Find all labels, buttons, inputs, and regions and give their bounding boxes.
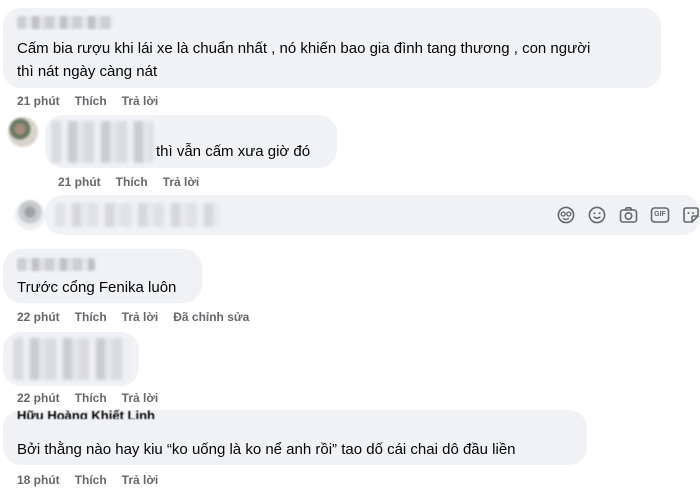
like-button[interactable]: Thích [75,473,107,487]
comment-time[interactable]: 22 phút [17,310,60,324]
reply-input[interactable]: GIF [45,195,700,235]
comment-meta-4: 22 phút Thích Trả lời [17,391,173,405]
like-button[interactable]: Thích [116,175,148,189]
like-button[interactable]: Thích [75,94,107,108]
reply-placeholder-blurred [55,203,220,227]
comment-time[interactable]: 21 phút [17,94,60,108]
comment-bubble-5: Hữu Hoàng Khiết Linh Bởi thằng nào hay k… [3,409,587,465]
comment-bubble-2: thì vẫn cấm xưa giờ đó [45,115,337,168]
comment-bubble-1: Cấm bia rượu khi lái xe là chuẩn nhất , … [3,8,661,88]
current-user-avatar[interactable] [15,200,45,230]
comment-time[interactable]: 21 phút [58,175,101,189]
reply-button[interactable]: Trả lời [122,473,159,487]
comment-content-blurred [13,338,129,380]
emoji-icon[interactable] [588,206,606,224]
reply-button[interactable]: Trả lời [122,310,159,324]
comment-text: Bởi thằng nào hay kiu “ko uống là ko nể … [17,441,516,458]
gif-icon[interactable]: GIF [650,206,670,224]
comment-author-name-blurred[interactable] [17,258,95,271]
sticker-face-icon[interactable] [557,206,575,224]
comment-time[interactable]: 18 phút [17,473,60,487]
like-button[interactable]: Thích [75,391,107,405]
comment-bubble-4 [3,332,139,386]
comment-meta-2: 21 phút Thích Trả lời [58,175,214,189]
reply-button[interactable]: Trả lời [122,94,159,108]
comment-meta-3: 22 phút Thích Trả lời Đã chỉnh sửa [17,310,264,324]
comment-text-line-2: thì nát ngày càng nát [17,63,158,80]
comment-author-name-blurred[interactable] [51,121,153,163]
like-button[interactable]: Thích [75,310,107,324]
camera-icon[interactable] [619,206,638,224]
comment-time[interactable]: 22 phút [17,391,60,405]
comment-meta-1: 21 phút Thích Trả lời [17,94,173,108]
comment-author-name-blurred[interactable] [17,16,113,29]
reply-button[interactable]: Trả lời [122,391,159,405]
sticker-icon[interactable] [682,206,700,224]
edited-label[interactable]: Đã chỉnh sửa [173,310,249,324]
gif-label: GIF [654,211,666,218]
avatar[interactable] [8,117,38,147]
comment-meta-5: 18 phút Thích Trả lời [17,473,173,487]
comment-text: thì vẫn cấm xưa giờ đó [156,143,311,160]
comment-text-line-1: Cấm bia rượu khi lái xe là chuẩn nhất , … [17,40,591,57]
comment-bubble-3: Trước cổng Fenika luôn [3,249,202,303]
comment-text: Trước cổng Fenika luôn [17,279,177,296]
reply-button[interactable]: Trả lời [163,175,200,189]
comment-author-name-partial[interactable]: Hữu Hoàng Khiết Linh [17,409,155,419]
